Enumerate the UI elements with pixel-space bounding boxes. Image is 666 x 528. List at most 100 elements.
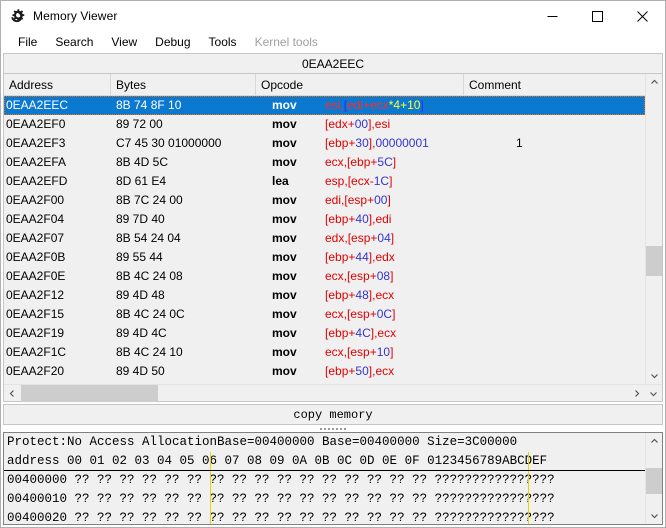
operand-token: ecx	[325, 307, 344, 321]
table-row[interactable]: 0EAA2F00 8B 7C 24 00 mov edi,[esp+00]	[4, 191, 645, 210]
operand-token: +	[347, 117, 355, 131]
hex-separator-mid	[210, 509, 211, 524]
scroll-up-icon[interactable]	[646, 74, 662, 91]
operand-token: +	[369, 269, 377, 283]
hex-row[interactable]: 00400000 ?? ?? ?? ?? ?? ?? ?? ?? ?? ?? ?…	[4, 471, 645, 490]
cell-address: 0EAA2F20	[6, 364, 65, 378]
operand-token: 04	[377, 231, 391, 245]
disassembler-body: Address Bytes Opcode Comment 0EAA2EEC 8B …	[4, 74, 662, 384]
disassembler-vertical-scrollbar[interactable]	[645, 74, 662, 384]
menu-debug[interactable]: Debug	[146, 33, 199, 52]
cell-comment: 1	[516, 136, 523, 150]
table-row[interactable]: 0EAA2EFD 8D 61 E4 lea esp,[ecx-1C]	[4, 172, 645, 191]
table-row[interactable]: 0EAA2EFA 8B 4D 5C mov ecx,[ebp+5C]	[4, 153, 645, 172]
hex-scroll-up-icon[interactable]	[646, 433, 662, 450]
cell-comment	[502, 305, 645, 324]
table-row[interactable]: 0EAA2F1C 8B 4C 24 10 mov ecx,[esp+10]	[4, 343, 645, 362]
operand-token: esp	[325, 174, 345, 188]
operand-token: edi	[375, 212, 392, 226]
column-header-comment[interactable]: Comment	[464, 74, 645, 96]
scroll-down-icon[interactable]	[646, 367, 662, 384]
column-header-address[interactable]: Address	[4, 74, 111, 96]
menu-view[interactable]: View	[102, 33, 146, 52]
cell-comment	[502, 96, 645, 115]
cell-mnemonic: mov	[272, 269, 297, 283]
hex-row[interactable]: 00400010 ?? ?? ?? ?? ?? ?? ?? ?? ?? ?? ?…	[4, 490, 645, 509]
cell-mnemonic: mov	[272, 250, 297, 264]
operand-token: 00	[374, 193, 388, 207]
pane-splitter[interactable]	[1, 425, 665, 432]
operand-token: 30	[355, 136, 369, 150]
cell-operands: ecx,[esp+08]	[312, 267, 502, 286]
menu-tools[interactable]: Tools	[200, 33, 246, 52]
operand-token: esi	[374, 117, 391, 131]
minimize-button[interactable]	[530, 1, 575, 31]
cell-operands: esp,[ecx-1C]	[312, 172, 502, 191]
window-controls	[530, 1, 665, 31]
cell-mnemonic: mov	[272, 117, 297, 131]
disassembler-hscroll-thumb[interactable]	[21, 384, 158, 402]
hex-separator-ascii	[528, 490, 529, 509]
table-row[interactable]: 0EAA2EF0 89 72 00 mov [edx+00],esi	[4, 115, 645, 134]
hex-scroll-thumb[interactable]	[646, 468, 662, 494]
menu-search[interactable]: Search	[46, 33, 102, 52]
cell-mnemonic: mov	[272, 231, 297, 245]
address-display[interactable]: 0EAA2EEC	[3, 53, 663, 74]
disassembler-scroll-track[interactable]	[646, 91, 662, 367]
operand-token: ecx	[325, 345, 344, 359]
table-row[interactable]: 0EAA2F0E 8B 4C 24 08 mov ecx,[esp+08]	[4, 267, 645, 286]
close-button[interactable]	[620, 1, 665, 31]
menu-bar: File Search View Debug Tools Kernel tool…	[1, 31, 665, 53]
cell-address: 0EAA2EFA	[6, 155, 67, 169]
cell-comment	[502, 343, 645, 362]
operand-token: ecx	[325, 155, 344, 169]
table-row[interactable]: 0EAA2EF3 C7 45 30 01000000 mov [ebp+30],000…	[4, 134, 645, 153]
table-row[interactable]: 0EAA2EEC 8B 74 8F 10 mov esi,[edi+ecx*4+10]	[4, 96, 645, 115]
cell-operands: edx,[esp+04]	[312, 229, 502, 248]
cell-comment	[502, 229, 645, 248]
cell-bytes: 89 4D 4C	[116, 326, 167, 340]
hex-dump-view[interactable]: Protect:No Access AllocationBase=0040000…	[4, 433, 645, 524]
maximize-button[interactable]	[575, 1, 620, 31]
menu-file[interactable]: File	[9, 33, 46, 52]
cell-operands: [ebp+48],ecx	[312, 286, 502, 305]
operand-token: ebp	[328, 326, 349, 340]
scroll-corner-down-icon[interactable]	[645, 385, 662, 402]
hex-column-header: address 00 01 02 03 04 05 06 07 08 09 0A…	[4, 452, 645, 471]
cell-address: 0EAA2F12	[6, 288, 65, 302]
operand-token: ecx	[351, 174, 370, 188]
disassembler-horizontal-scrollbar[interactable]	[4, 384, 662, 402]
cell-mnemonic: mov	[272, 155, 297, 169]
scroll-left-icon[interactable]	[4, 385, 21, 402]
column-header-opcode[interactable]: Opcode	[256, 74, 464, 96]
cell-comment	[502, 324, 645, 343]
scroll-right-icon[interactable]	[628, 385, 645, 402]
operand-token: 1C	[373, 174, 390, 188]
operand-token: +	[363, 98, 371, 112]
operand-token: esp	[350, 345, 370, 359]
cell-address: 0EAA2F04	[6, 212, 65, 226]
table-row[interactable]: 0EAA2F12 89 4D 48 mov [ebp+48],ecx	[4, 286, 645, 305]
hex-scroll-down-icon[interactable]	[646, 507, 662, 524]
operand-token: 00000001	[375, 136, 429, 150]
table-row[interactable]: 0EAA2F07 8B 54 24 04 mov edx,[esp+04]	[4, 229, 645, 248]
disassembler-hscroll-track[interactable]	[21, 384, 628, 402]
cell-operands: ecx,[esp+0C]	[312, 305, 502, 324]
table-row[interactable]: 0EAA2F04 89 7D 40 mov [ebp+40],edi	[4, 210, 645, 229]
disassembler-scroll-thumb[interactable]	[646, 246, 662, 276]
operand-token: ebp	[350, 155, 371, 169]
hex-row[interactable]: 00400020 ?? ?? ?? ?? ?? ?? ?? ?? ?? ?? ?…	[4, 509, 645, 524]
table-row[interactable]: 0EAA2F15 8B 4C 24 0C mov ecx,[esp+0C]	[4, 305, 645, 324]
hex-row-text: 00400000 ?? ?? ?? ?? ?? ?? ?? ?? ?? ?? ?…	[7, 473, 555, 487]
cell-bytes: 89 4D 50	[116, 364, 165, 378]
copy-memory-bar[interactable]: copy memory	[3, 404, 663, 425]
operand-token: 08	[376, 269, 391, 283]
column-header-bytes[interactable]: Bytes	[111, 74, 256, 96]
table-row[interactable]: 0EAA2F20 89 4D 50 mov [ebp+50],ecx	[4, 362, 645, 381]
hex-vertical-scrollbar[interactable]	[645, 433, 662, 524]
hex-scroll-track[interactable]	[646, 450, 662, 507]
table-row[interactable]: 0EAA2F0B 89 55 44 mov [ebp+44],edx	[4, 248, 645, 267]
table-row[interactable]: 0EAA2F19 89 4D 4C mov [ebp+4C],ecx	[4, 324, 645, 343]
hex-separator-ascii	[528, 471, 529, 490]
cell-bytes: 8B 4C 24 10	[116, 345, 183, 359]
